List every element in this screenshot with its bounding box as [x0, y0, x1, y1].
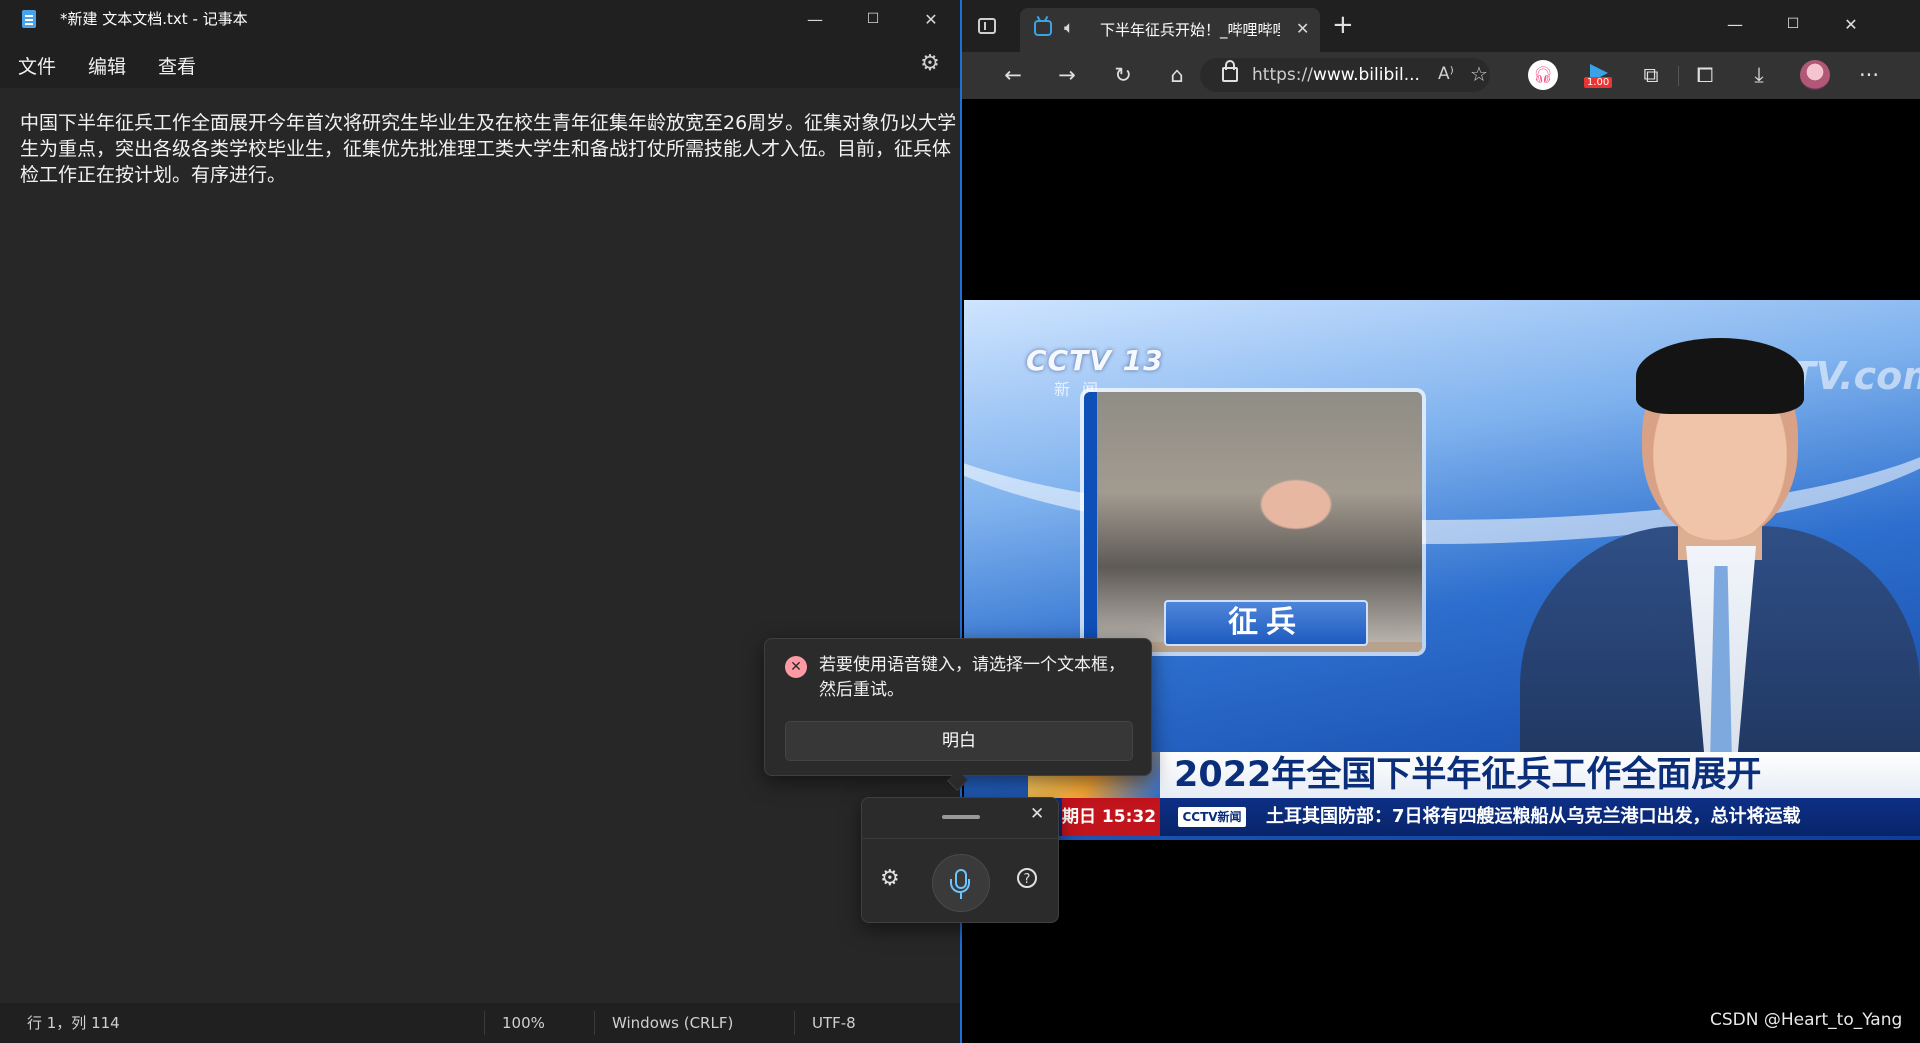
collections-icon[interactable]: ⧠: [1688, 58, 1722, 92]
close-button[interactable]: ✕: [902, 0, 960, 38]
settings-gear-icon[interactable]: ⚙: [918, 52, 942, 76]
voice-typing-panel: ✕ ⚙ ?: [861, 797, 1059, 923]
microphone-icon-stem: [960, 893, 962, 899]
download-icon[interactable]: ⤓: [1742, 58, 1776, 92]
lock-icon[interactable]: [1222, 60, 1238, 82]
extension-badge: 1.00: [1584, 77, 1613, 88]
forward-icon[interactable]: →: [1050, 58, 1084, 92]
new-tab-button[interactable]: +: [1332, 12, 1354, 38]
notepad-app-icon: [22, 10, 36, 28]
notepad-menubar: 文件 编辑 查看 ⚙: [0, 38, 960, 88]
url-scheme: https://: [1252, 65, 1313, 85]
cursor-position: 行 1，列 114: [27, 1014, 120, 1032]
inset-caption: 征兵: [1164, 600, 1368, 646]
got-it-button[interactable]: 明白: [785, 721, 1133, 761]
extensions-puzzle-icon[interactable]: ⧉: [1634, 58, 1668, 92]
minimize-button[interactable]: —: [786, 0, 844, 38]
notepad-titlebar[interactable]: *新建 文本文档.txt - 记事本 — ☐ ✕: [0, 0, 960, 38]
maximize-button[interactable]: ☐: [844, 0, 902, 38]
profile-avatar[interactable]: [1800, 60, 1830, 90]
tab-title: 下半年征兵开始！_哔哩哔哩: [1100, 21, 1280, 39]
error-icon: ✕: [785, 656, 807, 678]
status-divider: [484, 1011, 485, 1035]
bilibili-favicon-icon: [1034, 20, 1052, 36]
csdn-watermark: CSDN @Heart_to_Yang: [1710, 1010, 1903, 1030]
browser-maximize-button[interactable]: ☐: [1764, 0, 1822, 48]
audio-playing-icon[interactable]: 🔈︎: [1064, 18, 1074, 38]
read-aloud-icon[interactable]: A⁾: [1438, 64, 1454, 84]
drag-handle[interactable]: [942, 815, 980, 819]
text-editor[interactable]: 中国下半年征兵工作全面展开今年首次将研究生毕业生及在校生青年征集年龄放宽至26周…: [20, 110, 960, 990]
voice-typing-close-icon[interactable]: ✕: [1030, 804, 1044, 824]
browser-close-button[interactable]: ✕: [1822, 0, 1880, 48]
notepad-window: *新建 文本文档.txt - 记事本 — ☐ ✕ 文件 编辑 查看 ⚙ 中国下半…: [0, 0, 960, 1043]
menu-edit[interactable]: 编辑: [88, 52, 126, 79]
refresh-icon[interactable]: ↻: [1106, 58, 1140, 92]
notepad-statusbar: 行 1，列 114 100% Windows (CRLF) UTF-8: [0, 1003, 960, 1043]
extension-headphones-icon[interactable]: 🎧︎: [1528, 60, 1558, 90]
notepad-title: *新建 文本文档.txt - 记事本: [60, 10, 248, 28]
panel-divider: [862, 838, 1058, 839]
address-bar[interactable]: https://www.bilibil... A⁾ ☆: [1200, 58, 1490, 92]
browser-tabstrip: 🔈︎ 下半年征兵开始！_哔哩哔哩 ✕ + — ☐ ✕: [962, 0, 1920, 52]
status-divider: [594, 1011, 595, 1035]
add-favorite-icon[interactable]: ☆: [1470, 62, 1488, 86]
toolbar-divider: [1678, 66, 1679, 86]
news-anchor-image: [1520, 330, 1920, 786]
news-headline: 2022年全国下半年征兵工作全面展开: [1174, 755, 1762, 795]
browser-window: 🔈︎ 下半年征兵开始！_哔哩哔哩 ✕ + — ☐ ✕ ← → ↻ ⌂ https…: [960, 0, 1920, 1043]
browser-toolbar: ← → ↻ ⌂ https://www.bilibil... A⁾ ☆ 🎧︎ 1…: [962, 52, 1920, 99]
menu-view[interactable]: 查看: [158, 52, 196, 79]
cctv13-logo: CCTV 13: [1026, 344, 1164, 377]
tab-close-icon[interactable]: ✕: [1296, 19, 1309, 38]
active-tab[interactable]: 🔈︎ 下半年征兵开始！_哔哩哔哩 ✕: [1020, 8, 1320, 52]
ticker-time: 期日 15:32: [1062, 798, 1160, 836]
menu-file[interactable]: 文件: [18, 52, 56, 79]
ticker-channel-badge: CCTV新闻: [1178, 807, 1246, 827]
url-text[interactable]: https://www.bilibil...: [1252, 58, 1420, 92]
tab-actions-icon[interactable]: [978, 18, 996, 34]
microphone-icon-arc: [950, 879, 970, 893]
status-divider: [794, 1011, 795, 1035]
error-message: 若要使用语音键入，请选择一个文本框，然后重试。: [819, 655, 1125, 700]
browser-minimize-button[interactable]: —: [1706, 0, 1764, 48]
zoom-level: 100%: [502, 1014, 545, 1032]
line-ending: Windows (CRLF): [612, 1014, 734, 1032]
encoding: UTF-8: [812, 1014, 856, 1032]
help-icon[interactable]: ?: [1017, 868, 1037, 888]
microphone-button[interactable]: [932, 854, 990, 912]
voice-typing-error-toast: ✕ 若要使用语音键入，请选择一个文本框，然后重试。 明白: [764, 638, 1152, 776]
more-menu-icon[interactable]: ···: [1852, 58, 1886, 92]
anchor-hair: [1636, 338, 1804, 414]
home-icon[interactable]: ⌂: [1160, 58, 1194, 92]
ticker-text: 土耳其国防部：7日将有四艘运粮船从乌克兰港口出发，总计将运载: [1266, 806, 1801, 827]
voice-settings-gear-icon[interactable]: ⚙: [880, 866, 900, 891]
url-host: www.bilibil...: [1312, 65, 1420, 85]
back-icon[interactable]: ←: [996, 58, 1030, 92]
